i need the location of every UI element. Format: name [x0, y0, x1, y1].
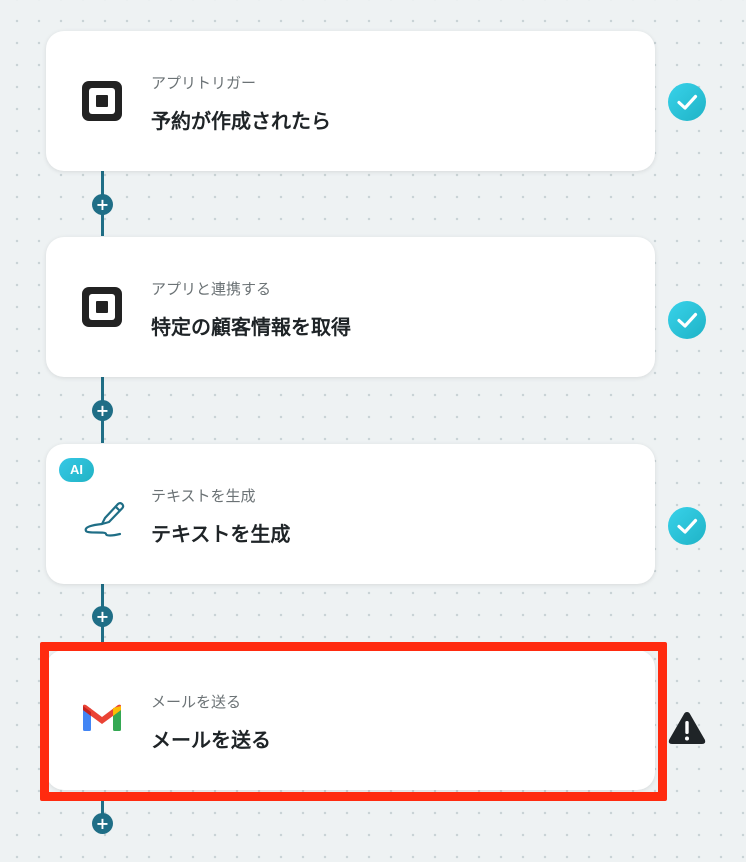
- add-step-button[interactable]: +: [92, 813, 113, 834]
- square-app-icon: [82, 287, 122, 327]
- ai-badge: AI: [59, 458, 94, 482]
- step-type-label: メールを送る: [151, 693, 242, 711]
- step-title: 予約が作成されたら: [151, 109, 331, 133]
- pencil-icon: [82, 494, 125, 537]
- step-title: テキストを生成: [151, 522, 291, 546]
- warning-icon: [667, 710, 707, 746]
- add-step-button[interactable]: +: [92, 606, 113, 627]
- step-type-label: アプリトリガー: [151, 74, 257, 92]
- status-check-icon: [668, 507, 706, 545]
- step-title: 特定の顧客情報を取得: [151, 315, 351, 339]
- add-step-button[interactable]: +: [92, 400, 113, 421]
- gmail-icon: [82, 700, 122, 740]
- status-check-icon: [668, 83, 706, 121]
- step-type-label: テキストを生成: [151, 487, 256, 505]
- step-card-generate-text[interactable]: AI テキストを生成 テキストを生成: [46, 444, 655, 584]
- step-card-get-customer[interactable]: アプリと連携する 特定の顧客情報を取得: [46, 237, 655, 377]
- step-card-send-mail[interactable]: メールを送る メールを送る: [46, 650, 655, 790]
- step-card-trigger[interactable]: アプリトリガー 予約が作成されたら: [46, 31, 655, 171]
- status-check-icon: [668, 301, 706, 339]
- step-type-label: アプリと連携する: [151, 280, 272, 298]
- step-title: メールを送る: [151, 728, 271, 752]
- add-step-button[interactable]: +: [92, 194, 113, 215]
- square-app-icon: [82, 81, 122, 121]
